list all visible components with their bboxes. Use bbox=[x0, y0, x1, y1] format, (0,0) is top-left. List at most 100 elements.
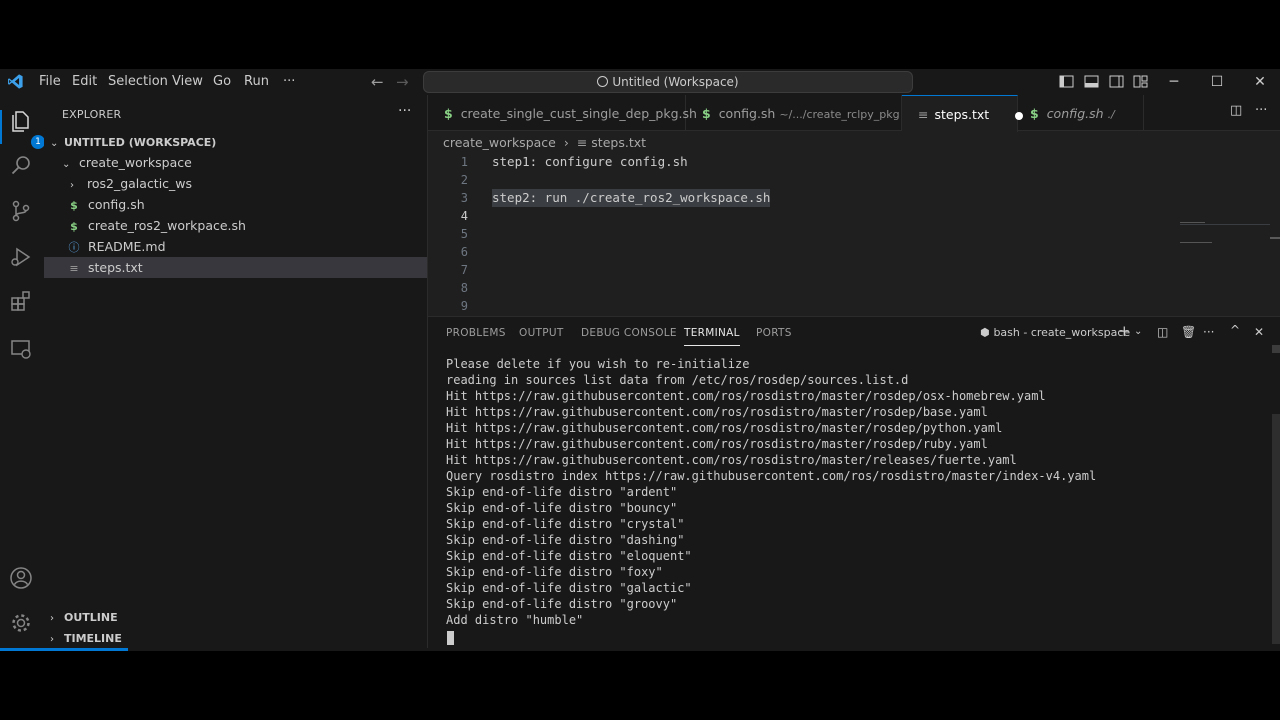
tab-problems[interactable]: PROBLEMS bbox=[446, 327, 506, 339]
tree-item-create-ros2-workpace-sh[interactable]: $ create_ros2_workpace.sh bbox=[44, 215, 427, 236]
menu-view[interactable]: View bbox=[172, 69, 203, 95]
tab-path: ~/.../create_rclpy_pkg bbox=[779, 108, 900, 121]
customize-layout-icon[interactable] bbox=[1133, 74, 1148, 89]
maximize-button[interactable]: ☐ bbox=[1197, 69, 1237, 95]
more-actions-icon[interactable]: ··· bbox=[1203, 325, 1214, 339]
editor-tabs: $ create_single_cust_single_dep_pkg.sh $… bbox=[428, 95, 1280, 132]
timeline-section-header[interactable]: › TIMELINE bbox=[44, 627, 427, 648]
run-debug-icon[interactable] bbox=[9, 245, 33, 269]
forward-arrow-icon[interactable]: → bbox=[396, 69, 409, 95]
tab-config-sh-rclpy[interactable]: $ config.sh ~/.../create_rclpy_pkg bbox=[686, 95, 902, 130]
activity-bar: 1 bbox=[0, 95, 45, 651]
tab-ports[interactable]: PORTS bbox=[756, 327, 792, 339]
line-number: 2 bbox=[460, 173, 468, 187]
progress-fill bbox=[0, 648, 128, 651]
tree-item-config-sh[interactable]: $ config.sh bbox=[44, 194, 427, 215]
remote-explorer-icon[interactable] bbox=[9, 337, 33, 361]
menu-go[interactable]: Go bbox=[213, 69, 231, 95]
shell-file-icon: $ bbox=[70, 220, 78, 233]
terminal-line: Skip end-of-life distro "ardent" bbox=[446, 485, 678, 499]
outline-section-header[interactable]: › OUTLINE bbox=[44, 606, 427, 627]
tree-item-ros2-galactic-ws[interactable]: › ros2_galactic_ws bbox=[44, 173, 427, 194]
menu-edit[interactable]: Edit bbox=[72, 69, 97, 95]
terminal-line: Hit https://raw.githubusercontent.com/ro… bbox=[446, 421, 1003, 435]
trash-icon[interactable]: 🗑 bbox=[1181, 325, 1196, 339]
tab-config-sh-local[interactable]: $ config.sh ./ bbox=[1018, 95, 1144, 130]
line-number: 9 bbox=[460, 299, 468, 313]
terminal-line: Skip end-of-life distro "foxy" bbox=[446, 565, 663, 579]
toggle-primary-sidebar-icon[interactable] bbox=[1059, 74, 1074, 89]
line-number: 4 bbox=[460, 209, 468, 223]
terminal-line: Skip end-of-life distro "eloquent" bbox=[446, 549, 692, 563]
sidebar-title: EXPLORER bbox=[62, 108, 122, 121]
vscode-window: File Edit Selection View Go Run ··· ← → … bbox=[0, 69, 1280, 651]
vscode-logo-icon bbox=[7, 73, 24, 90]
gear-icon[interactable] bbox=[9, 611, 33, 635]
breadcrumb-file[interactable]: steps.txt bbox=[591, 135, 646, 150]
info-icon: ⓘ bbox=[68, 241, 80, 254]
menu-selection[interactable]: Selection bbox=[108, 69, 168, 95]
accounts-icon[interactable] bbox=[9, 566, 33, 590]
tab-path: ./ bbox=[1107, 108, 1115, 121]
search-icon[interactable] bbox=[9, 153, 33, 177]
source-control-icon[interactable] bbox=[9, 199, 33, 223]
tab-terminal[interactable]: TERMINAL bbox=[684, 327, 740, 346]
close-panel-icon[interactable]: ✕ bbox=[1254, 325, 1264, 339]
terminal-selector[interactable]: ⬢ bash - create_workspace bbox=[980, 325, 1130, 339]
outline-label: OUTLINE bbox=[63, 611, 118, 624]
tree-item-readme-md[interactable]: ⓘ README.md bbox=[44, 236, 427, 257]
line-number: 3 bbox=[460, 191, 468, 205]
chevron-right-icon: › bbox=[70, 180, 74, 191]
tree-item-label: create_ros2_workpace.sh bbox=[87, 218, 246, 233]
menu-more[interactable]: ··· bbox=[283, 69, 295, 95]
terminal-cursor bbox=[447, 631, 454, 645]
toggle-secondary-sidebar-icon[interactable] bbox=[1109, 74, 1124, 89]
shell-file-icon: $ bbox=[70, 199, 78, 212]
chevron-up-icon[interactable]: ^ bbox=[1230, 323, 1240, 337]
extensions-icon[interactable] bbox=[9, 289, 33, 313]
chevron-right-icon: › bbox=[50, 613, 54, 624]
chevron-down-icon: ⌄ bbox=[50, 138, 59, 149]
command-center[interactable]: Untitled (Workspace) bbox=[423, 71, 913, 93]
terminal-line: Skip end-of-life distro "bouncy" bbox=[446, 501, 678, 515]
terminal-line: Query rosdistro index https://raw.github… bbox=[446, 469, 1097, 483]
menu-file[interactable]: File bbox=[39, 69, 61, 95]
terminal-scrollbar[interactable] bbox=[1272, 414, 1280, 644]
workspace-section-header[interactable]: ⌄ UNTITLED (WORKSPACE) bbox=[44, 131, 427, 152]
terminal-name: bash - create_workspace bbox=[993, 326, 1131, 339]
command-center-label: Untitled (Workspace) bbox=[612, 75, 739, 89]
back-arrow-icon[interactable]: ← bbox=[371, 69, 384, 95]
tree-item-steps-txt[interactable]: ≡ steps.txt bbox=[44, 257, 427, 278]
split-editor-icon[interactable]: ◫ bbox=[1230, 103, 1242, 118]
chevron-down-icon[interactable]: ⌄ bbox=[1134, 326, 1142, 337]
explorer-icon[interactable]: 1 bbox=[9, 109, 45, 149]
tab-create-single-cust[interactable]: $ create_single_cust_single_dep_pkg.sh bbox=[428, 95, 697, 130]
new-terminal-icon[interactable]: + bbox=[1118, 322, 1131, 340]
close-window-button[interactable]: ✕ bbox=[1240, 69, 1280, 95]
active-indicator bbox=[0, 110, 2, 144]
terminal-line: Add distro "humble" bbox=[446, 613, 584, 627]
terminal-line: Hit https://raw.githubusercontent.com/ro… bbox=[446, 389, 1046, 403]
tree-folder-create-workspace[interactable]: ⌄ create_workspace bbox=[44, 152, 427, 173]
timeline-label: TIMELINE bbox=[63, 632, 122, 645]
more-actions-icon[interactable]: ··· bbox=[398, 103, 411, 119]
progress-bar bbox=[0, 648, 1280, 651]
terminal-line: Skip end-of-life distro "groovy" bbox=[446, 597, 678, 611]
minimize-button[interactable]: ─ bbox=[1154, 69, 1194, 95]
menu-run[interactable]: Run bbox=[244, 69, 269, 95]
tab-output[interactable]: OUTPUT bbox=[519, 327, 564, 339]
chevron-right-icon: › bbox=[50, 634, 54, 645]
terminal-scrollbar-thumb[interactable] bbox=[1272, 345, 1280, 353]
breadcrumb-folder[interactable]: create_workspace bbox=[443, 135, 556, 150]
split-terminal-icon[interactable]: ◫ bbox=[1157, 325, 1168, 339]
more-actions-icon[interactable]: ··· bbox=[1255, 103, 1267, 118]
title-bar: File Edit Selection View Go Run ··· ← → … bbox=[0, 69, 1280, 95]
tab-debug-console[interactable]: DEBUG CONSOLE bbox=[581, 327, 677, 339]
chevron-right-icon: › bbox=[563, 135, 569, 150]
tab-label: config.sh bbox=[718, 106, 776, 121]
code-editor[interactable]: 1 2 3 4 5 6 7 8 9 step1: configure confi… bbox=[428, 152, 1280, 316]
terminal-line: Skip end-of-life distro "galactic" bbox=[446, 581, 692, 595]
tab-steps-txt[interactable]: ≡ steps.txt bbox=[902, 95, 1024, 132]
explorer-sidebar: EXPLORER ··· ⌄ UNTITLED (WORKSPACE) ⌄ cr… bbox=[44, 95, 428, 651]
toggle-panel-icon[interactable] bbox=[1084, 74, 1099, 89]
